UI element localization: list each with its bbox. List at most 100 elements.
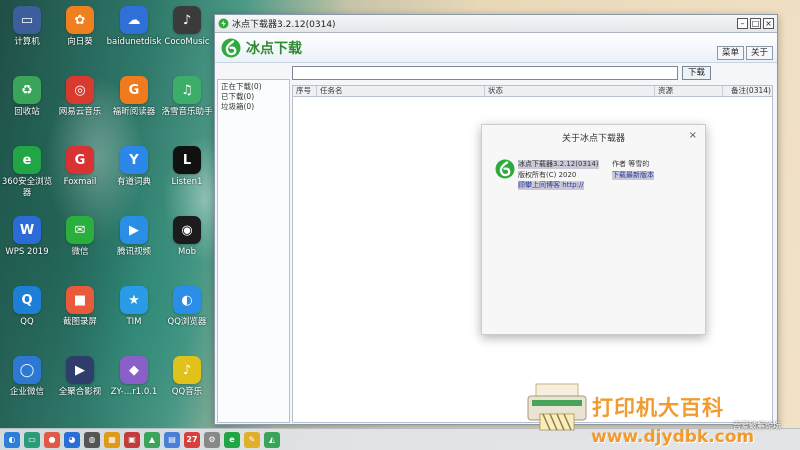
- desktop-icon-label: 计算机: [14, 37, 40, 47]
- desktop-icon[interactable]: Q QQ: [0, 286, 54, 328]
- column-header-status[interactable]: 状态: [485, 86, 655, 96]
- sidebar-item-trash[interactable]: 垃圾箱(0): [221, 102, 286, 112]
- taskbar-app-icon[interactable]: 27: [184, 431, 200, 448]
- desktop-icon[interactable]: ♫ 洛雪音乐助手: [160, 76, 214, 118]
- app-icon: ◯: [13, 356, 41, 384]
- sidebar-item-downloading[interactable]: 正在下载(0): [221, 82, 286, 92]
- app-icon: ☁: [120, 6, 148, 34]
- taskbar-app-icon[interactable]: ⚙: [204, 431, 220, 448]
- about-copyright: 版权所有(C) 2020: [518, 171, 577, 179]
- app-icon: G: [66, 146, 94, 174]
- about-author: 作者 等雪的: [612, 160, 650, 168]
- desktop-icon[interactable]: ☁ baidunetdisk: [107, 6, 161, 48]
- taskbar-app-icon[interactable]: ◍: [84, 431, 100, 448]
- taskbar-app-icon[interactable]: ✎: [244, 431, 260, 448]
- taskbar-app-icon[interactable]: ●: [44, 431, 60, 448]
- desktop-icon-label: ZY-…r1.0.1: [110, 387, 158, 397]
- column-header-index[interactable]: 序号: [293, 86, 317, 96]
- window-title: 冰点下载器3.2.12(0314): [232, 20, 336, 30]
- desktop-icon[interactable]: ✿ 向日葵: [53, 6, 107, 48]
- desktop-icon[interactable]: e 360安全浏览器: [0, 146, 54, 199]
- desktop-icon[interactable]: ◆ ZY-…r1.0.1: [107, 356, 161, 398]
- download-latest-link[interactable]: 下载最新版本: [612, 171, 654, 180]
- desktop-icon-label: 微信: [71, 247, 89, 257]
- maximize-button[interactable]: □: [750, 18, 761, 29]
- column-header-resource[interactable]: 资源: [655, 86, 723, 96]
- close-icon[interactable]: ×: [689, 130, 697, 141]
- watermark-title: 打印机大百科: [592, 395, 724, 420]
- app-icon: ◉: [173, 216, 201, 244]
- desktop-icon-label: 向日葵: [67, 37, 93, 47]
- close-button[interactable]: ×: [763, 18, 774, 29]
- desktop-icon-label: 企业微信: [9, 387, 44, 397]
- url-input[interactable]: [292, 66, 678, 80]
- desktop-icon[interactable]: ▭ 计算机: [0, 6, 54, 48]
- taskbar-app-icon[interactable]: ▭: [24, 431, 40, 448]
- desktop-icon-label: 福昕阅读器: [112, 107, 156, 117]
- app-icon: ★: [120, 286, 148, 314]
- app-icon: ♻: [13, 76, 41, 104]
- desktop-icon-label: QQ浏览器: [167, 317, 207, 327]
- app-icon: ▶: [120, 216, 148, 244]
- desktop-icon-label: QQ音乐: [171, 387, 203, 397]
- sidebar-item-downloaded[interactable]: 已下载(0): [221, 92, 286, 102]
- desktop-icon-label: 截图录屏: [62, 317, 97, 327]
- desktop-icon[interactable]: ◐ QQ浏览器: [160, 286, 214, 328]
- desktop-icon[interactable]: ★ TIM: [107, 286, 161, 328]
- desktop-icon-label: 网易云音乐: [58, 107, 102, 117]
- about-dialog: 关于冰点下载器 × 冰点下载器3.2.12(0314) 作者 等雪的 版权所有(…: [481, 124, 706, 335]
- minimize-button[interactable]: –: [737, 18, 748, 29]
- taskbar-app-icon[interactable]: ▦: [104, 431, 120, 448]
- desktop-icon-label: 全聚合影视: [58, 387, 102, 397]
- column-header-task-name[interactable]: 任务名: [317, 86, 485, 96]
- desktop-icon[interactable]: ◎ 网易云音乐: [53, 76, 107, 118]
- desktop-icon-label: TIM: [126, 317, 142, 327]
- app-icon: L: [173, 146, 201, 174]
- desktop-icon[interactable]: ♻ 回收站: [0, 76, 54, 118]
- brand-name: 冰点下载: [246, 40, 302, 57]
- download-button[interactable]: 下载: [682, 66, 712, 80]
- watermark-url: www.djydbk.com: [591, 427, 755, 447]
- task-sidebar: 正在下载(0) 已下载(0) 垃圾箱(0): [217, 79, 290, 423]
- app-header: 冰点下载 菜单 关于: [215, 33, 777, 63]
- desktop-icon-label: baidunetdisk: [106, 37, 162, 47]
- brand-logo-icon: [221, 38, 241, 57]
- taskbar-app-icon[interactable]: ▤: [164, 431, 180, 448]
- desktop-icon[interactable]: ♪ QQ音乐: [160, 356, 214, 398]
- desktop-icon[interactable]: ✉ 微信: [53, 216, 107, 258]
- taskbar-app-icon[interactable]: e: [224, 431, 240, 448]
- desktop-icon-label: 回收站: [14, 107, 40, 117]
- desktop-icon[interactable]: ■ 截图录屏: [53, 286, 107, 328]
- app-titlebar[interactable]: 冰点下载器3.2.12(0314) – □ ×: [215, 15, 777, 33]
- desktop-icon[interactable]: W WPS 2019: [0, 216, 54, 258]
- desktop-icon[interactable]: ♪ CocoMusic: [160, 6, 214, 48]
- desktop-icon-label: 有道词典: [116, 177, 151, 187]
- desktop-icon[interactable]: ◉ Mob: [160, 216, 214, 258]
- desktop-icon[interactable]: G Foxmail: [53, 146, 107, 188]
- app-icon: ▶: [66, 356, 94, 384]
- desktop-icon[interactable]: Y 有道词典: [107, 146, 161, 188]
- app-icon: G: [120, 76, 148, 104]
- desktop-icon-grid: ▭ 计算机 ✿ 向日葵 ☁ baidunetdisk ♪ CocoMusic ♻ 回收站 ◎ 网易云音…: [0, 0, 215, 425]
- taskbar-app-icon[interactable]: ◭: [264, 431, 280, 448]
- blog-link[interactable]: 顾攀上间博客 http://: [518, 181, 584, 190]
- desktop-icon[interactable]: ▶ 全聚合影视: [53, 356, 107, 398]
- app-icon: ♪: [173, 356, 201, 384]
- desktop-icon-label: QQ: [20, 317, 34, 327]
- taskbar-app-icon[interactable]: ◐: [4, 431, 20, 448]
- desktop-icon[interactable]: L Listen1: [160, 146, 214, 188]
- about-version: 冰点下载器3.2.12(0314): [518, 160, 599, 169]
- menu-button[interactable]: 菜单: [716, 46, 744, 60]
- desktop-icon-label: Foxmail: [63, 177, 97, 187]
- column-header-note[interactable]: 备注(0314): [723, 86, 772, 96]
- taskbar-app-icon[interactable]: ▲: [144, 431, 160, 448]
- desktop-icon-label: Listen1: [171, 177, 203, 187]
- taskbar-app-icon[interactable]: ◕: [64, 431, 80, 448]
- desktop-icon[interactable]: ▶ 腾讯视频: [107, 216, 161, 258]
- desktop-icon[interactable]: G 福昕阅读器: [107, 76, 161, 118]
- desktop-icon[interactable]: ◯ 企业微信: [0, 356, 54, 398]
- about-button[interactable]: 关于: [745, 46, 773, 60]
- app-icon: ▭: [13, 6, 41, 34]
- task-table-header: 序号 任务名 状态 资源 备注(0314): [293, 86, 772, 97]
- taskbar-app-icon[interactable]: ▣: [124, 431, 140, 448]
